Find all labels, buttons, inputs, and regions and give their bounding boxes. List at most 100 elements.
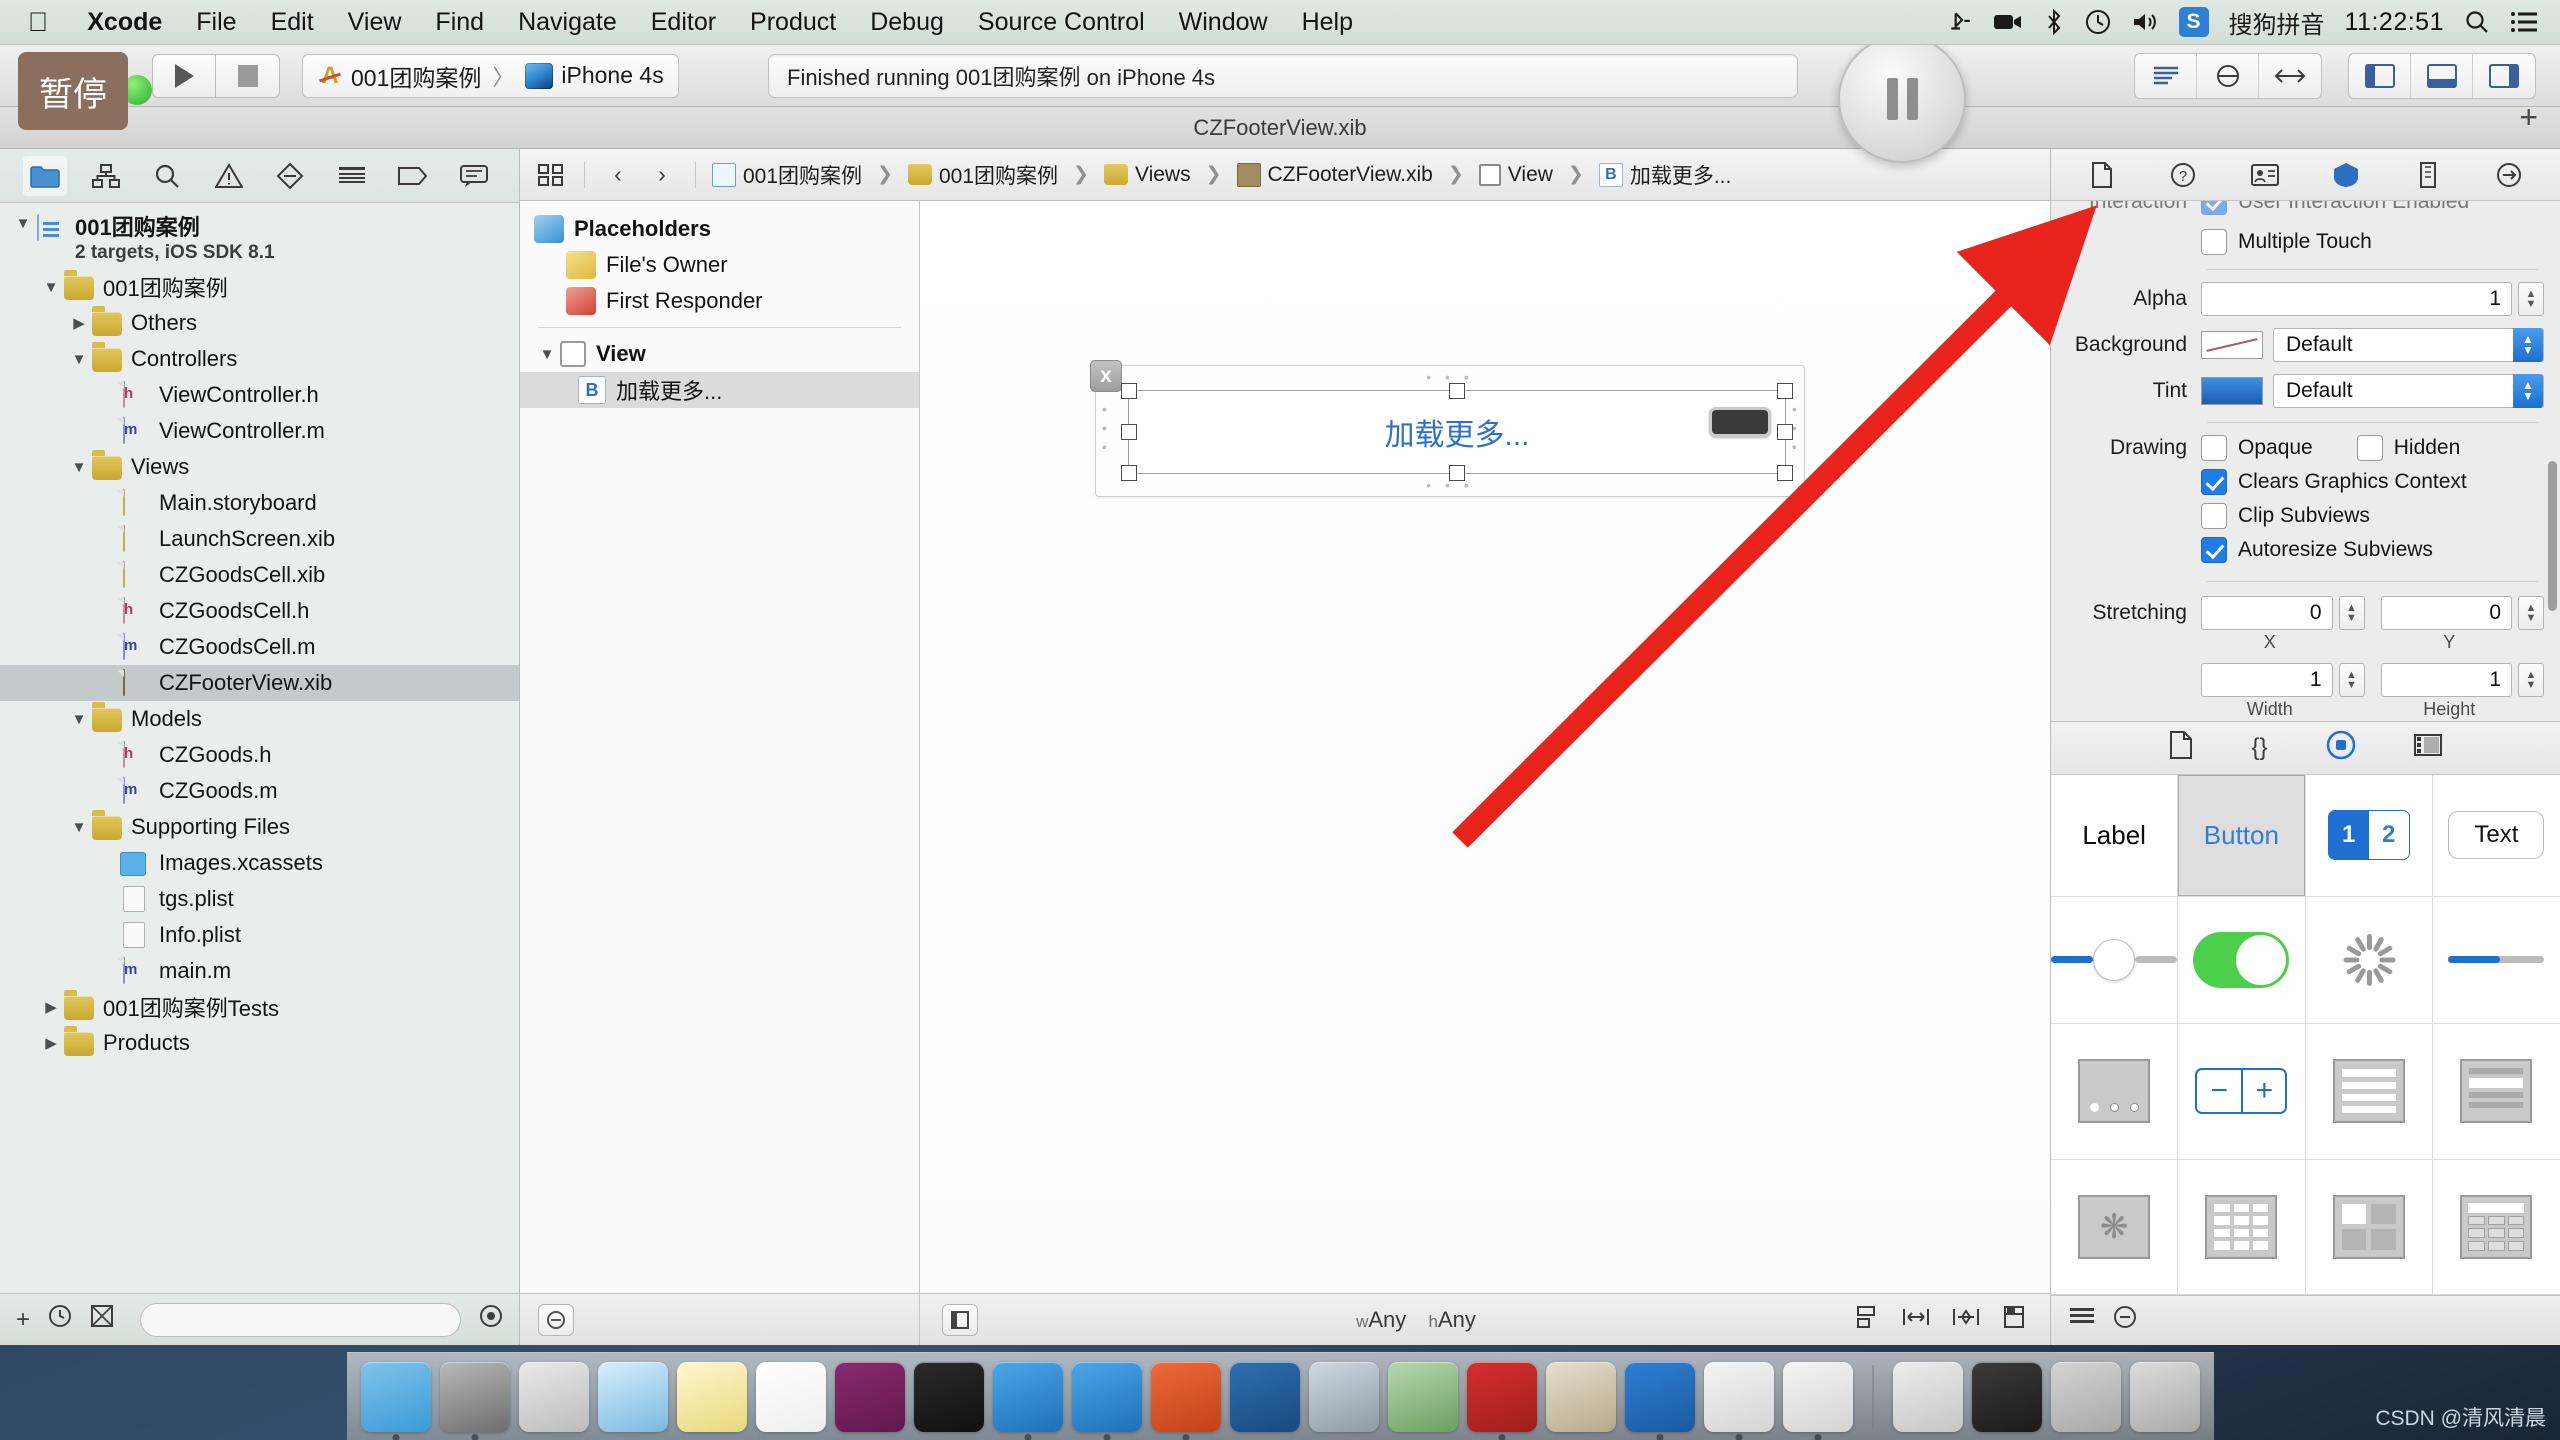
dock-item-gimp[interactable] — [1545, 1361, 1616, 1432]
standard-editor-button[interactable] — [2135, 53, 2197, 98]
disclosure-triangle-open-icon[interactable] — [66, 819, 92, 836]
navigator-row[interactable]: CZFooterView.xib — [0, 665, 519, 701]
breadcrumb-item-project[interactable]: 001团购案例 — [712, 160, 862, 190]
library-item-text-field[interactable]: Text — [2432, 775, 2560, 897]
clears-graphics-context-checkbox[interactable] — [2201, 469, 2227, 495]
size-class-label[interactable]: wAny hAny — [978, 1307, 1854, 1333]
library-item-table-view[interactable] — [2305, 1024, 2433, 1160]
library-item-activity-indicator[interactable] — [2305, 896, 2433, 1024]
library-item-table-view-cell[interactable] — [2432, 1024, 2560, 1160]
inspector-scrollbar[interactable] — [2548, 461, 2557, 611]
stop-button[interactable] — [216, 53, 280, 98]
navigator-row[interactable]: tgs.plist — [0, 881, 519, 917]
disclosure-triangle-closed-icon[interactable] — [38, 998, 64, 1016]
scheme-selector[interactable]: 001团购案例 〉 iPhone 4s — [302, 53, 679, 98]
stretching-y-stepper[interactable]: ▲ ▼ — [2518, 596, 2544, 630]
background-popup[interactable]: Default ▲ ▼ — [2273, 328, 2544, 362]
filter-options-icon[interactable] — [479, 1304, 503, 1335]
code-snippet-library-tab[interactable]: {} — [2251, 734, 2267, 762]
disclosure-triangle-open-icon[interactable] — [10, 215, 36, 232]
related-items-icon[interactable] — [534, 163, 568, 187]
menu-xcode[interactable]: Xcode — [70, 8, 179, 37]
outline-row-view[interactable]: View — [520, 336, 919, 372]
disclosure-triangle-open-icon[interactable] — [66, 711, 92, 728]
dock-item-app-store-a[interactable] — [1703, 1361, 1774, 1440]
dock-item-safari[interactable] — [597, 1361, 668, 1432]
dock-item-terminal[interactable] — [913, 1361, 984, 1432]
menu-editor[interactable]: Editor — [634, 8, 733, 37]
resize-handle-bottom-right[interactable] — [1777, 465, 1793, 481]
resizing-behavior-icon[interactable] — [2002, 1305, 2028, 1335]
sogou-ime-badge[interactable]: S — [2178, 7, 2209, 37]
spotlight-search-icon[interactable] — [2464, 9, 2490, 35]
menu-debug[interactable]: Debug — [853, 8, 961, 37]
autoresize-subviews-checkbox[interactable] — [2201, 537, 2227, 563]
breakpoint-navigator-tab[interactable] — [391, 156, 435, 196]
media-library-tab[interactable] — [2413, 733, 2442, 764]
user-interaction-enabled-checkbox[interactable] — [2201, 201, 2227, 215]
breadcrumb-item-views[interactable]: Views — [1103, 163, 1191, 187]
outline-row-first-responder[interactable]: First Responder — [520, 283, 919, 319]
stretching-x-stepper[interactable]: ▲ ▼ — [2338, 596, 2365, 630]
outline-row-files-owner[interactable]: File's Owner — [520, 247, 919, 283]
debug-area-toggle-button[interactable] — [2411, 53, 2473, 98]
navigator-row[interactable]: h CZGoods.h — [0, 737, 519, 773]
utilities-toggle-button[interactable] — [2473, 54, 2535, 98]
multiple-touch-checkbox[interactable] — [2201, 229, 2227, 255]
issue-navigator-tab[interactable] — [207, 156, 251, 196]
outline-row-button[interactable]: B 加载更多... — [520, 372, 919, 408]
dock-item-screens-b[interactable] — [2050, 1361, 2121, 1432]
alpha-stepper[interactable]: ▲ ▼ — [2518, 282, 2544, 316]
dock-item-notes[interactable] — [676, 1361, 747, 1432]
back-button[interactable]: ‹ — [601, 161, 635, 188]
navigator-row[interactable]: 001团购案例Tests — [0, 989, 519, 1025]
navigator-filter-input[interactable] — [140, 1302, 461, 1337]
menu-navigate[interactable]: Navigate — [501, 8, 634, 37]
navigator-row[interactable]: Images.xcassets — [0, 845, 519, 881]
tint-popup[interactable]: Default ▲ ▼ — [2273, 374, 2544, 408]
log-navigator-tab[interactable] — [452, 156, 496, 196]
breadcrumb-item-xib[interactable]: CZFooterView.xib — [1236, 162, 1433, 187]
library-item-progress-view[interactable] — [2432, 897, 2560, 1024]
add-tab-button[interactable]: + — [2519, 99, 2538, 136]
selected-button-object[interactable]: 加载更多... — [1121, 383, 1793, 481]
input-method-label[interactable]: 搜狗拼音 — [2229, 5, 2325, 40]
library-item-collection-view[interactable] — [2178, 1159, 2306, 1295]
time-machine-icon[interactable] — [2085, 9, 2111, 35]
stretching-height-input[interactable]: 1 — [2380, 663, 2512, 697]
dock-item-filezilla[interactable] — [1466, 1361, 1537, 1440]
library-item-stepper[interactable]: − + — [2178, 1024, 2306, 1160]
symbol-navigator-tab[interactable] — [84, 156, 128, 196]
file-template-library-tab[interactable] — [2169, 730, 2193, 766]
project-navigator-tree[interactable]: 001团购案例2 targets, iOS SDK 8.1 001团购案例 Othe… — [0, 203, 519, 1293]
dock-item-document-stack[interactable] — [1892, 1361, 1963, 1432]
resize-handle-top-left[interactable] — [1121, 383, 1137, 399]
dock-item-parallels[interactable] — [1387, 1361, 1458, 1432]
volume-icon[interactable] — [2131, 10, 2159, 34]
navigator-row[interactable]: 001团购案例 — [0, 269, 519, 305]
stretching-width-stepper[interactable]: ▲ ▼ — [2338, 663, 2365, 697]
dock-item-microsoft-onenote[interactable] — [834, 1361, 905, 1432]
menu-window[interactable]: Window — [1162, 8, 1285, 37]
find-navigator-tab[interactable] — [145, 156, 189, 196]
dock-item-trash[interactable] — [2129, 1361, 2200, 1432]
library-item-collection-view-cell[interactable] — [2305, 1159, 2433, 1295]
add-file-button[interactable]: + — [16, 1306, 30, 1334]
library-item-collection-reusable-view[interactable] — [2432, 1160, 2560, 1295]
library-list-view-icon[interactable] — [2069, 1306, 2095, 1335]
disclosure-triangle-open-icon[interactable] — [38, 279, 64, 296]
align-icon[interactable] — [1854, 1305, 1880, 1335]
dock-item-xcode-hammer[interactable] — [992, 1361, 1063, 1440]
test-navigator-tab[interactable] — [268, 156, 312, 196]
dock-item-microsoft-excel[interactable] — [755, 1361, 826, 1432]
stretching-y-input[interactable]: 0 — [2380, 596, 2512, 630]
dock-item-quicktime[interactable] — [1308, 1361, 1379, 1432]
disclosure-triangle-open-icon[interactable] — [66, 459, 92, 476]
menu-help[interactable]: Help — [1285, 8, 1370, 37]
disclosure-triangle-open-icon[interactable] — [66, 351, 92, 368]
object-library-tab[interactable] — [2326, 730, 2356, 767]
navigator-row[interactable]: Supporting Files — [0, 809, 519, 845]
navigator-row[interactable]: Main.storyboard — [0, 485, 519, 521]
breadcrumb-item-view[interactable]: View — [1478, 163, 1553, 187]
menu-bar-clock[interactable]: 11:22:51 — [2345, 8, 2444, 37]
